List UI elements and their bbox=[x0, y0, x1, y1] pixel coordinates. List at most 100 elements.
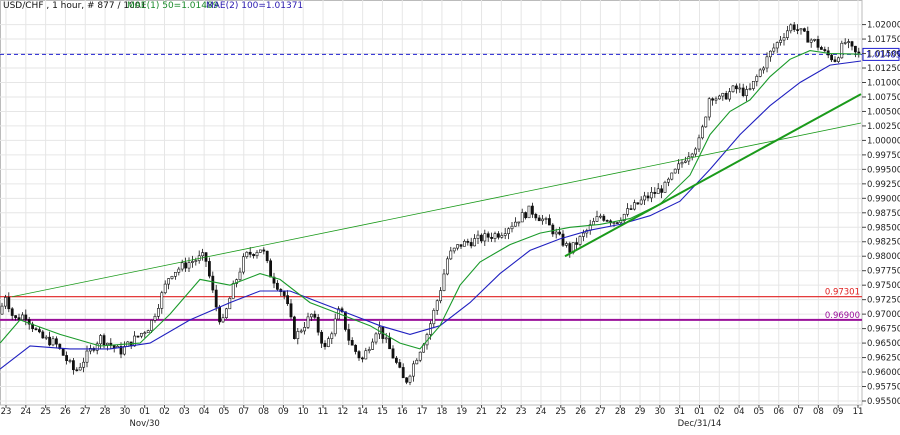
candle-down bbox=[857, 51, 861, 54]
candle bbox=[527, 205, 531, 219]
candle-down bbox=[405, 377, 409, 383]
candle-down bbox=[269, 260, 273, 278]
candle-up bbox=[836, 57, 840, 62]
candle-down bbox=[214, 289, 218, 308]
candle-down bbox=[391, 348, 395, 359]
candle bbox=[731, 84, 735, 93]
candle-up bbox=[160, 292, 164, 309]
x-tick-label: 17 bbox=[417, 407, 428, 417]
candle-up bbox=[371, 341, 375, 350]
candle-up bbox=[751, 80, 755, 89]
candle bbox=[840, 40, 844, 59]
x-tick-label: 30 bbox=[654, 407, 665, 417]
candle-down bbox=[459, 244, 463, 247]
candle-down bbox=[853, 45, 857, 53]
candle-down bbox=[360, 357, 364, 360]
candle-up bbox=[85, 350, 89, 363]
candle-up bbox=[296, 331, 300, 340]
candle-up bbox=[632, 202, 636, 210]
candle-up bbox=[728, 91, 732, 100]
candle-up bbox=[564, 243, 568, 246]
candle-up bbox=[592, 221, 596, 226]
candle-up bbox=[435, 300, 439, 311]
candle-up bbox=[690, 153, 694, 158]
candle-up bbox=[765, 56, 769, 69]
candle-down bbox=[806, 30, 810, 43]
candle-up bbox=[201, 252, 205, 257]
ma100-label: MAE(2) 100=1.01371 bbox=[206, 1, 303, 11]
x-tick-label: 11 bbox=[318, 407, 329, 417]
y-tick-label: 1.00000 bbox=[867, 136, 900, 146]
candle-up bbox=[581, 232, 585, 237]
candle-down bbox=[357, 351, 361, 359]
candle-down bbox=[534, 213, 538, 219]
candle-up bbox=[758, 69, 762, 77]
candle-up bbox=[520, 212, 524, 223]
candle-up bbox=[717, 95, 721, 100]
x-tick-label: 12 bbox=[337, 407, 348, 417]
candle-up bbox=[143, 332, 147, 335]
candle bbox=[700, 124, 704, 140]
y-tick-label: 1.01250 bbox=[867, 64, 900, 74]
candle bbox=[343, 311, 347, 332]
y-tick-label: 1.00500 bbox=[867, 107, 900, 117]
candle-up bbox=[745, 89, 749, 96]
candle bbox=[704, 116, 708, 128]
candle-up bbox=[225, 308, 228, 318]
candle-down bbox=[343, 311, 347, 330]
candle-up bbox=[82, 361, 86, 368]
candle-up bbox=[544, 218, 548, 220]
candle-up bbox=[303, 327, 307, 332]
candle-up bbox=[364, 350, 368, 360]
y-tick-label: 0.96750 bbox=[867, 325, 900, 335]
candle-up bbox=[517, 221, 521, 224]
y-tick-label: 0.98250 bbox=[867, 238, 900, 248]
candle-down bbox=[796, 29, 800, 31]
candle-up bbox=[150, 320, 154, 331]
candle-down bbox=[792, 24, 796, 30]
candle-down bbox=[248, 251, 252, 255]
candle-up bbox=[687, 156, 691, 162]
candle-up bbox=[330, 333, 334, 339]
candle bbox=[663, 180, 667, 193]
candle-up bbox=[462, 240, 466, 247]
candle bbox=[418, 351, 422, 363]
candle-up bbox=[772, 47, 776, 52]
candle-up bbox=[432, 310, 436, 325]
candle-up bbox=[656, 188, 660, 194]
candle-down bbox=[10, 308, 14, 316]
x-tick-label: 10 bbox=[298, 407, 309, 417]
candle-down bbox=[41, 331, 45, 339]
candle-up bbox=[643, 195, 647, 201]
candle-down bbox=[54, 338, 58, 345]
candle-down bbox=[72, 360, 75, 371]
candle-down bbox=[265, 250, 269, 262]
candle-up bbox=[123, 346, 126, 355]
candle bbox=[670, 172, 674, 181]
candle-down bbox=[602, 215, 606, 221]
candle-up bbox=[333, 318, 337, 335]
x-tick-label: 23 bbox=[1, 407, 12, 417]
candle-up bbox=[306, 316, 310, 328]
x-tick-label: 22 bbox=[496, 407, 507, 417]
x-tick-label: 08 bbox=[813, 407, 824, 417]
candle-up bbox=[452, 247, 456, 252]
date-label: Dec/31/14 bbox=[678, 419, 722, 429]
candle-down bbox=[724, 93, 728, 100]
x-tick-label: 05 bbox=[754, 407, 765, 417]
candle-down bbox=[211, 275, 215, 291]
x-tick-label: 01 bbox=[139, 407, 150, 417]
candle-down bbox=[275, 282, 279, 290]
x-tick-label: 28 bbox=[615, 407, 626, 417]
chart-symbol-label: USD/CHF , 1 hour, # 877 / 1001 bbox=[3, 1, 146, 11]
candle-up bbox=[411, 363, 415, 377]
x-tick-label: 11 bbox=[853, 407, 864, 417]
candle-down bbox=[711, 98, 715, 101]
candle-down bbox=[14, 315, 18, 318]
date-label: Nov/30 bbox=[130, 419, 160, 429]
candle-up bbox=[666, 178, 670, 183]
candle-down bbox=[524, 212, 528, 219]
candle-down bbox=[394, 357, 398, 363]
candle-down bbox=[320, 331, 324, 344]
candle-down bbox=[316, 317, 320, 333]
